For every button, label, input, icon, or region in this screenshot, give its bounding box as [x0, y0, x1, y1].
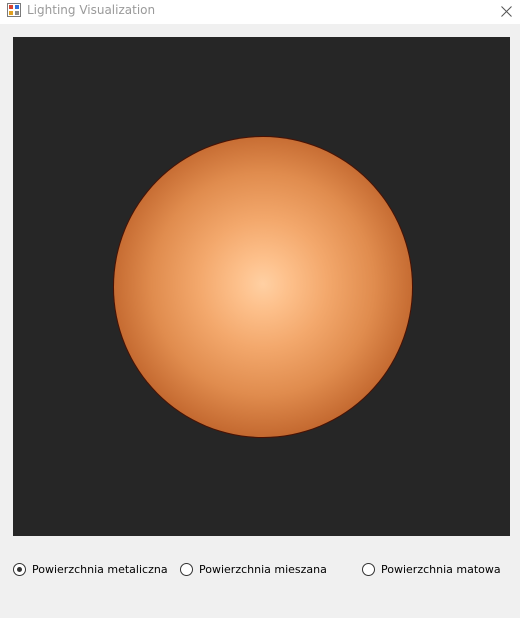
radio-matte-surface[interactable]: Powierzchnia matowa	[362, 560, 501, 578]
radio-label-matte: Powierzchnia matowa	[381, 562, 501, 576]
radio-mixed-surface[interactable]: Powierzchnia mieszana	[180, 560, 327, 578]
radio-circle-matte[interactable]	[362, 562, 375, 576]
window-title: Lighting Visualization	[27, 3, 156, 17]
title-bar: Lighting Visualization	[0, 0, 520, 24]
radio-label-metallic: Powierzchnia metaliczna	[32, 562, 168, 576]
radio-circle-metallic[interactable]	[13, 562, 26, 576]
close-icon	[500, 5, 512, 17]
radio-label-mixed: Powierzchnia mieszana	[199, 562, 327, 576]
render-canvas	[13, 37, 510, 536]
radio-metallic-surface[interactable]: Powierzchnia metaliczna	[13, 560, 168, 578]
radio-selected-dot	[17, 566, 22, 572]
radio-circle-mixed[interactable]	[180, 562, 193, 576]
window-app-icon	[7, 3, 21, 17]
lit-sphere	[114, 137, 412, 437]
close-button[interactable]	[494, 0, 518, 22]
